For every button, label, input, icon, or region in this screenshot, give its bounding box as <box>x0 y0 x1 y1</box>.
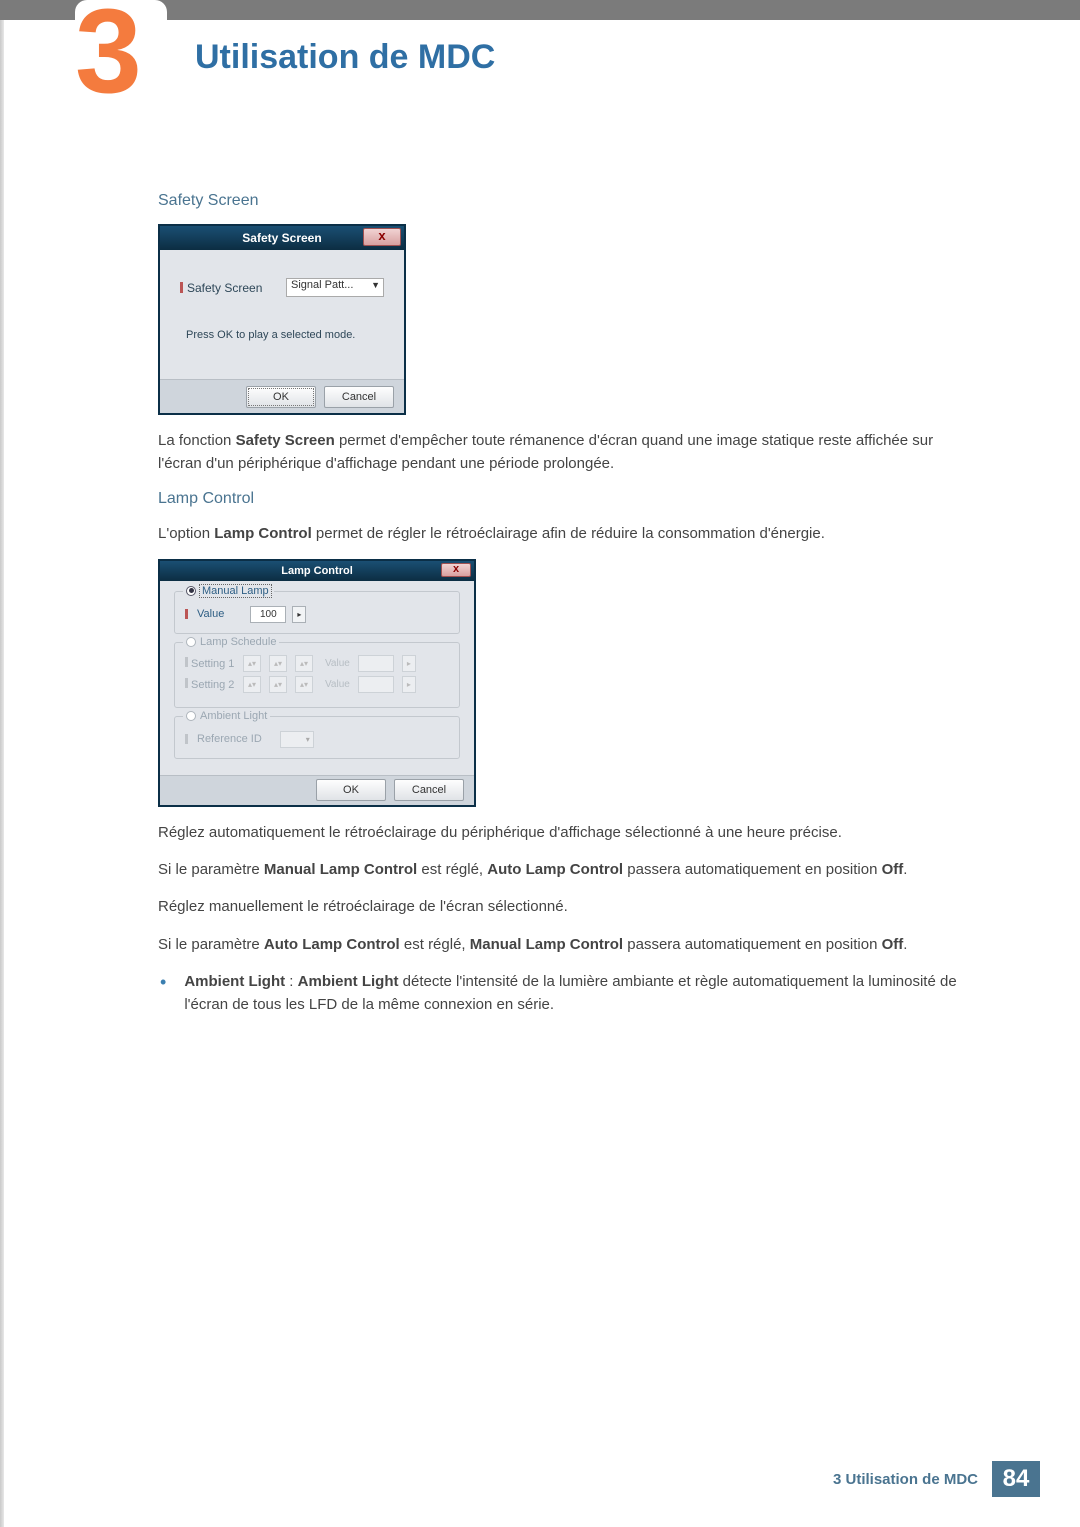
lamp-dialog: Lamp Control x Manual Lamp Value 100 ▸ <box>158 559 476 807</box>
t: Si le paramètre <box>158 936 264 953</box>
safety-paragraph: La fonction Safety Screen permet d'empêc… <box>158 429 958 476</box>
t: passera automatiquement en position <box>623 936 882 953</box>
lamp-p2: Si le paramètre Manual Lamp Control est … <box>158 858 958 881</box>
ambient-text: Ambient Light <box>200 710 267 722</box>
chapter-badge: 3 <box>75 0 185 135</box>
ref-row: Reference ID ▾ <box>185 731 449 748</box>
lamp-p4: Si le paramètre Auto Lamp Control est ré… <box>158 933 958 956</box>
chapter-number: 3 <box>75 0 142 120</box>
value-box[interactable] <box>358 676 394 693</box>
page-number: 84 <box>992 1461 1040 1497</box>
setting2-row: Setting 2 ▴▾ ▴▾ ▴▾ Value ▸ <box>185 676 449 693</box>
ambient-bullet: • Ambient Light : Ambient Light détecte … <box>158 970 958 1017</box>
t: Lamp Control <box>214 525 312 542</box>
value-word: Value <box>325 658 350 669</box>
spin-icon[interactable]: ▴▾ <box>243 655 261 672</box>
t: L'option <box>158 525 214 542</box>
page-title: Utilisation de MDC <box>195 38 495 77</box>
value-row: Value 100 ▸ <box>185 606 449 623</box>
lamp-body: Manual Lamp Value 100 ▸ Lamp Schedule Se… <box>160 581 474 775</box>
spin-icon[interactable]: ▴▾ <box>295 655 313 672</box>
spin-icon[interactable]: ▴▾ <box>243 676 261 693</box>
lamp-schedule-text: Lamp Schedule <box>200 636 276 648</box>
safety-body: Safety Screen Signal Patt... Press OK to… <box>160 250 404 379</box>
ref-label: Reference ID <box>197 733 262 745</box>
slider-icon[interactable]: ▸ <box>402 655 416 672</box>
t: La fonction <box>158 432 236 449</box>
lamp-footer: OK Cancel <box>160 775 474 805</box>
spin-icon[interactable]: ▴▾ <box>269 676 287 693</box>
t: Auto Lamp Control <box>264 936 400 953</box>
lamp-heading: Lamp Control <box>158 490 958 508</box>
value-word: Value <box>325 679 350 690</box>
safety-select-value: Signal Patt... <box>291 279 353 291</box>
radio-icon[interactable] <box>186 711 196 721</box>
t: . <box>903 861 907 878</box>
t: permet de régler le rétroéclairage afin … <box>312 525 825 542</box>
bullet-text: Ambient Light : Ambient Light détecte l'… <box>184 970 958 1017</box>
safety-note: Press OK to play a selected mode. <box>186 329 384 341</box>
safety-row: Safety Screen Signal Patt... <box>180 278 384 297</box>
value-label: Value <box>197 608 224 620</box>
value-field[interactable]: 100 <box>250 606 286 623</box>
t: Safety Screen <box>236 432 335 449</box>
lamp-intro: L'option Lamp Control permet de régler l… <box>158 522 958 545</box>
lamp-schedule-legend: Lamp Schedule <box>183 636 279 648</box>
bullet-icon: • <box>160 970 166 1017</box>
ok-button[interactable]: OK <box>316 779 386 801</box>
safety-label: Safety Screen <box>180 281 262 295</box>
t: Si le paramètre <box>158 861 264 878</box>
ok-button[interactable]: OK <box>246 386 316 408</box>
lamp-p3: Réglez manuellement le rétroéclairage de… <box>158 895 958 918</box>
radio-icon[interactable] <box>186 637 196 647</box>
ambient-legend: Ambient Light <box>183 710 270 722</box>
footer-text: 3 Utilisation de MDC <box>833 1471 978 1488</box>
value-box[interactable] <box>358 655 394 672</box>
t: est réglé, <box>417 861 487 878</box>
content: Safety Screen Safety Screen x Safety Scr… <box>158 190 958 1016</box>
t: est réglé, <box>400 936 470 953</box>
setting2-label: Setting 2 <box>191 679 234 691</box>
t: Ambient Light <box>298 973 399 990</box>
manual-lamp-legend: Manual Lamp <box>183 585 274 597</box>
safety-select[interactable]: Signal Patt... <box>286 278 384 297</box>
safety-label-text: Safety Screen <box>187 281 262 295</box>
safety-heading: Safety Screen <box>158 192 958 210</box>
t: Off <box>882 936 904 953</box>
setting1-label: Setting 1 <box>191 658 234 670</box>
slider-icon[interactable]: ▸ <box>292 606 306 623</box>
lamp-schedule-group: Lamp Schedule Setting 1 ▴▾ ▴▾ ▴▾ Value ▸… <box>174 642 460 708</box>
lamp-p1: Réglez automatiquement le rétroéclairage… <box>158 821 958 844</box>
t: : <box>285 973 298 990</box>
close-icon[interactable]: x <box>363 228 401 246</box>
safety-footer: OK Cancel <box>160 379 404 413</box>
left-strip <box>0 0 4 1527</box>
slider-icon[interactable]: ▸ <box>402 676 416 693</box>
t: . <box>903 936 907 953</box>
cancel-button[interactable]: Cancel <box>324 386 394 408</box>
spin-icon[interactable]: ▴▾ <box>295 676 313 693</box>
t: passera automatiquement en position <box>623 861 882 878</box>
page-footer: 3 Utilisation de MDC 84 <box>833 1461 1040 1497</box>
ambient-light-group: Ambient Light Reference ID ▾ <box>174 716 460 759</box>
ref-dropdown[interactable]: ▾ <box>280 731 314 748</box>
manual-lamp-group: Manual Lamp Value 100 ▸ <box>174 591 460 634</box>
t: Ambient Light <box>184 973 285 990</box>
safety-titlebar: Safety Screen x <box>160 226 404 250</box>
radio-selected-icon[interactable] <box>186 586 196 596</box>
t: Manual Lamp Control <box>470 936 623 953</box>
cancel-button[interactable]: Cancel <box>394 779 464 801</box>
lamp-titlebar: Lamp Control x <box>160 561 474 581</box>
close-icon[interactable]: x <box>441 563 471 577</box>
manual-lamp-text: Manual Lamp <box>200 585 271 597</box>
lamp-title-text: Lamp Control <box>160 561 474 581</box>
spin-icon[interactable]: ▴▾ <box>269 655 287 672</box>
t: Manual Lamp Control <box>264 861 417 878</box>
setting1-row: Setting 1 ▴▾ ▴▾ ▴▾ Value ▸ <box>185 655 449 672</box>
safety-dialog: Safety Screen x Safety Screen Signal Pat… <box>158 224 406 415</box>
t: Auto Lamp Control <box>487 861 623 878</box>
t: Off <box>882 861 904 878</box>
